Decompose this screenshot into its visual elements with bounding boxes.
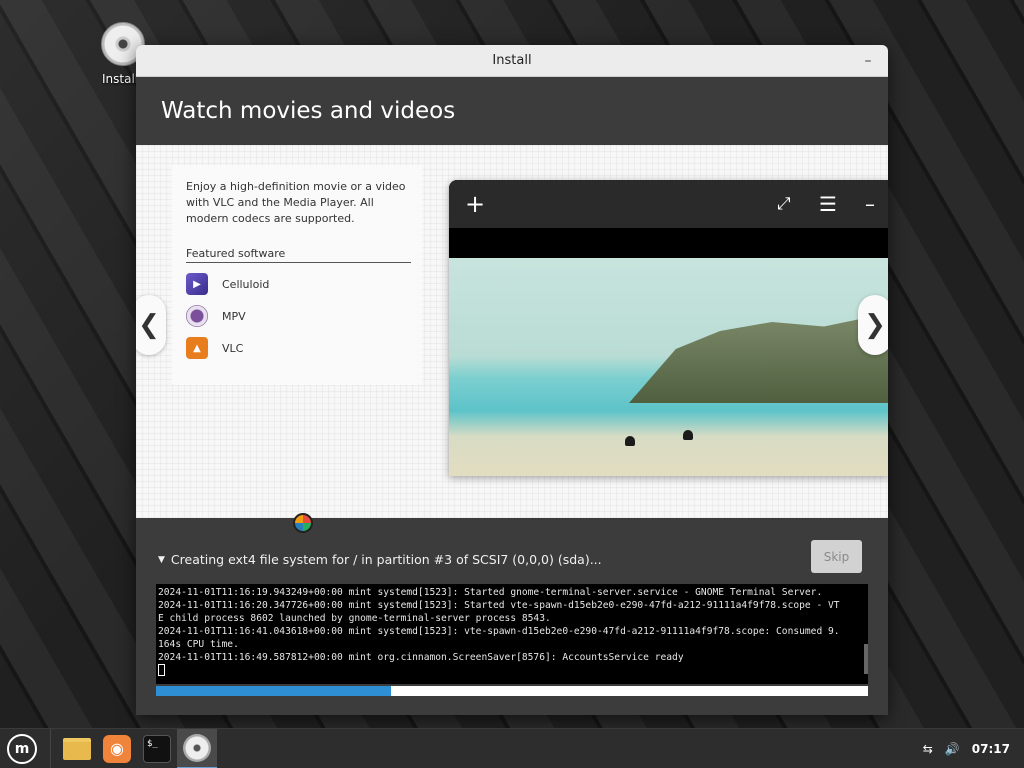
- progress-fill: [156, 686, 391, 696]
- terminal-cursor: [158, 664, 165, 676]
- start-menu-button[interactable]: m: [0, 729, 44, 768]
- featured-app-vlc: ▲ VLC: [186, 337, 408, 359]
- log-line: 2024-11-01T11:16:49.587812+00:00 mint or…: [158, 652, 684, 663]
- plus-icon: +: [465, 190, 486, 218]
- celluloid-icon: ▶: [186, 273, 208, 295]
- next-slide-button[interactable]: ❯: [858, 295, 888, 355]
- status-text: Creating ext4 file system for / in parti…: [170, 552, 602, 567]
- featured-app-celluloid: ▶ Celluloid: [186, 273, 408, 295]
- hamburger-menu-icon: ☰: [819, 192, 837, 216]
- installer-window: Install – Watch movies and videos Enjoy …: [136, 45, 888, 715]
- video-rider: [625, 436, 635, 446]
- status-expander[interactable]: ▼ Creating ext4 file system for / in par…: [158, 552, 602, 567]
- linux-mint-logo-icon: m: [7, 733, 37, 764]
- progress-area: ▼ Creating ext4 file system for / in par…: [136, 513, 888, 715]
- slide-description: Enjoy a high-definition movie or a video…: [186, 180, 406, 225]
- log-line: E child process 8602 launched by gnome-t…: [158, 613, 551, 624]
- mpv-icon: [186, 305, 208, 327]
- network-icon[interactable]: ⇆: [923, 742, 933, 756]
- clock[interactable]: 07:17: [972, 742, 1010, 756]
- triangle-down-icon: ▼: [158, 554, 165, 565]
- loading-spinner-icon: [293, 513, 313, 533]
- taskbar-firefox[interactable]: ◉: [97, 729, 137, 768]
- log-line: 164s CPU time.: [158, 639, 239, 650]
- skip-button[interactable]: Skip: [811, 540, 862, 573]
- app-name: Celluloid: [222, 277, 270, 291]
- log-line: 2024-11-01T11:16:41.043618+00:00 mint sy…: [158, 626, 840, 637]
- app-name: MPV: [222, 309, 246, 323]
- taskbar: m ◉ $_ ⇆ 🔊 07:17: [0, 728, 1024, 768]
- system-tray: ⇆ 🔊 07:17: [911, 742, 1024, 756]
- disc-icon: [183, 733, 211, 762]
- taskbar-separator: [50, 728, 51, 768]
- log-line: 2024-11-01T11:16:20.347726+00:00 mint sy…: [158, 600, 840, 611]
- video-rider: [683, 430, 693, 440]
- previous-slide-button[interactable]: ❮: [136, 295, 166, 355]
- info-panel: Enjoy a high-definition movie or a video…: [172, 165, 422, 385]
- terminal-icon: $_: [143, 734, 171, 763]
- taskbar-terminal[interactable]: $_: [137, 729, 177, 768]
- video-frame-beach: [449, 258, 888, 476]
- window-titlebar[interactable]: Install –: [136, 45, 888, 77]
- firefox-icon: ◉: [103, 734, 131, 763]
- desktop-icon-label: Install: [102, 72, 138, 86]
- video-letterbox: [449, 228, 888, 258]
- window-title: Install: [492, 53, 532, 68]
- slideshow: Enjoy a high-definition movie or a video…: [136, 145, 888, 518]
- video-cliff: [629, 313, 888, 403]
- media-player-screenshot: + ⤢ ☰ –: [449, 180, 888, 476]
- minimize-icon: –: [865, 192, 875, 216]
- folder-icon: [63, 737, 91, 760]
- taskbar-install-window[interactable]: [177, 728, 217, 768]
- install-progress-bar: [156, 686, 868, 696]
- taskbar-files[interactable]: [57, 729, 97, 768]
- slide-header: Watch movies and videos: [136, 77, 888, 145]
- log-line: 2024-11-01T11:16:19.943249+00:00 mint sy…: [158, 587, 823, 598]
- slide-title: Watch movies and videos: [161, 98, 456, 124]
- app-name: VLC: [222, 341, 244, 355]
- vlc-icon: ▲: [186, 337, 208, 359]
- player-toolbar: + ⤢ ☰ –: [449, 180, 888, 228]
- terminal-scrollbar[interactable]: [864, 644, 868, 674]
- featured-app-mpv: MPV: [186, 305, 408, 327]
- volume-icon[interactable]: 🔊: [945, 742, 960, 756]
- install-log-terminal[interactable]: 2024-11-01T11:16:19.943249+00:00 mint sy…: [156, 584, 868, 684]
- minimize-button[interactable]: –: [858, 51, 878, 71]
- fullscreen-icon: ⤢: [777, 194, 791, 214]
- featured-software-heading: Featured software: [186, 247, 411, 263]
